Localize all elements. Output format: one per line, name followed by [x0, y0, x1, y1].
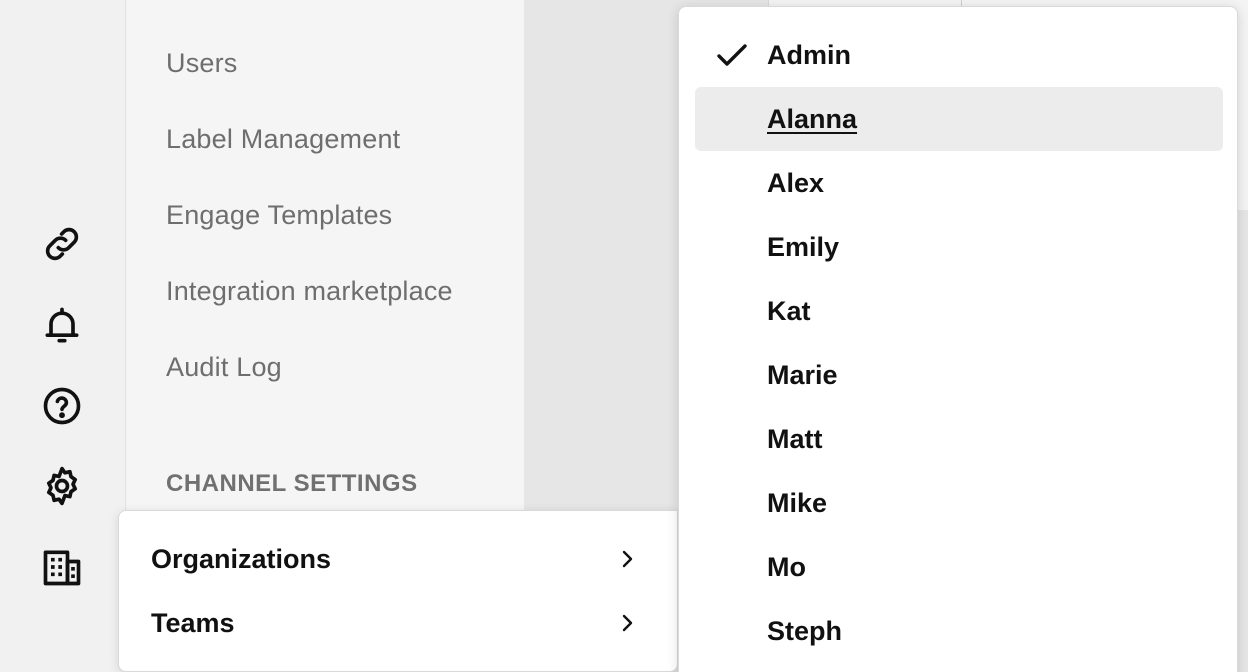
submenu-popover: Organizations Teams — [118, 510, 678, 672]
dropdown-option-mo[interactable]: Mo — [695, 535, 1223, 599]
check-icon — [717, 44, 747, 66]
settings-item-audit-log[interactable]: Audit Log — [166, 352, 282, 383]
chevron-right-icon — [622, 550, 633, 568]
channel-settings-heading: CHANNEL SETTINGS — [166, 470, 418, 497]
settings-item-label-management[interactable]: Label Management — [166, 124, 400, 155]
dropdown-option-alanna[interactable]: Alanna — [695, 87, 1223, 151]
dropdown-option-matt[interactable]: Matt — [695, 407, 1223, 471]
bell-icon[interactable] — [38, 302, 86, 350]
building-icon[interactable] — [38, 543, 86, 591]
icon-rail — [0, 0, 126, 672]
dropdown-option-marie[interactable]: Marie — [695, 343, 1223, 407]
dropdown-option-label: Mike — [767, 487, 828, 518]
submenu-item-teams[interactable]: Teams — [119, 591, 677, 655]
submenu-item-organizations[interactable]: Organizations — [119, 527, 677, 591]
dropdown-option-label: Marie — [767, 359, 838, 390]
dropdown-option-label: Alanna — [767, 103, 858, 134]
dropdown-option-label: Emily — [767, 231, 840, 262]
settings-item-engage-templates[interactable]: Engage Templates — [166, 200, 392, 231]
link-icon[interactable] — [38, 220, 86, 268]
settings-item-users[interactable]: Users — [166, 48, 238, 79]
submenu-item-label: Organizations — [151, 543, 332, 574]
user-dropdown: Admin Alanna Alex Emily Kat Marie Matt M… — [678, 6, 1238, 672]
dropdown-option-label: Matt — [767, 423, 823, 454]
dropdown-option-admin[interactable]: Admin — [695, 23, 1223, 87]
gear-icon[interactable] — [38, 462, 86, 510]
dropdown-option-steph[interactable]: Steph — [695, 599, 1223, 663]
dropdown-option-mike[interactable]: Mike — [695, 471, 1223, 535]
submenu-item-label: Teams — [151, 607, 235, 638]
dropdown-option-kat[interactable]: Kat — [695, 279, 1223, 343]
dropdown-option-label: Alex — [767, 167, 825, 198]
settings-item-integration-marketplace[interactable]: Integration marketplace — [166, 276, 453, 307]
dropdown-option-label: Admin — [767, 39, 851, 70]
dropdown-option-label: Mo — [767, 551, 806, 582]
dropdown-option-label: Kat — [767, 295, 811, 326]
help-icon[interactable] — [38, 382, 86, 430]
dropdown-option-label: Steph — [767, 615, 843, 646]
chevron-right-icon — [622, 614, 633, 632]
dropdown-option-alex[interactable]: Alex — [695, 151, 1223, 215]
dropdown-option-emily[interactable]: Emily — [695, 215, 1223, 279]
